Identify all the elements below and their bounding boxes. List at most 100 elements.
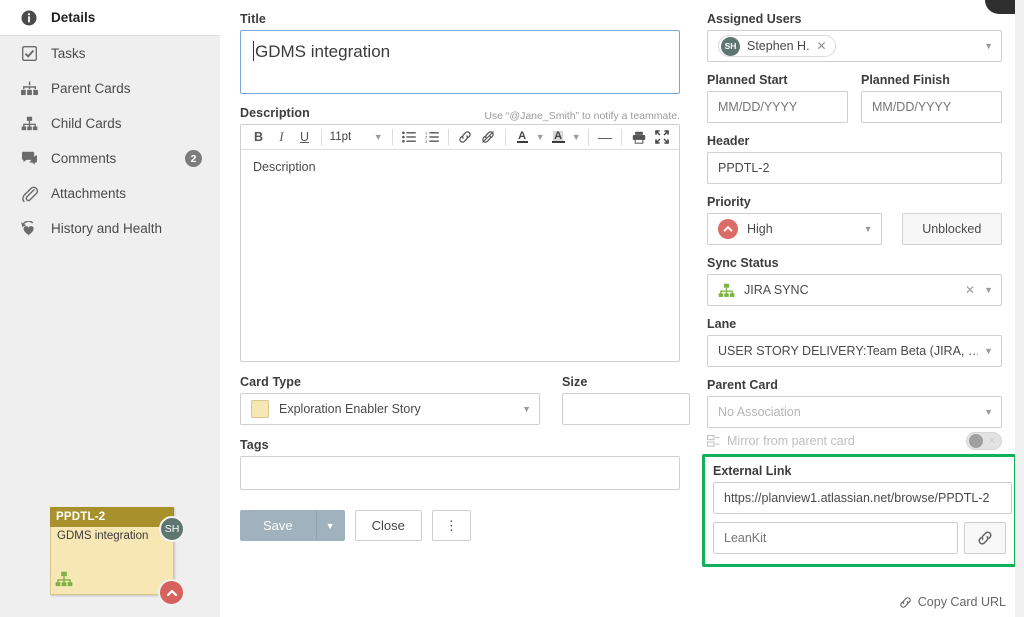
printer-icon[interactable] xyxy=(629,127,648,148)
chevron-down-icon[interactable]: ▼ xyxy=(572,127,581,148)
link-icon[interactable] xyxy=(456,127,475,148)
sync-status-select[interactable]: JIRA SYNC ✕ ▼ xyxy=(707,274,1002,306)
bullet-list-icon[interactable] xyxy=(399,127,418,148)
external-link-name-input[interactable] xyxy=(713,522,958,554)
card-preview-priority-icon xyxy=(158,579,185,606)
assigned-user-chip[interactable]: SH Stephen H. ✕ xyxy=(718,35,836,57)
blocked-toggle-button[interactable]: Unblocked xyxy=(901,213,1002,245)
sidebar-item-history-and-health[interactable]: History and Health xyxy=(0,211,220,246)
description-label: Description xyxy=(240,106,310,120)
sidebar-item-child-cards[interactable]: Child Cards xyxy=(0,106,220,141)
card-type-label: Card Type xyxy=(240,375,302,389)
chevron-down-icon[interactable]: ▼ xyxy=(536,127,545,148)
description-hint: Use “@Jane_Smith” to notify a teammate. xyxy=(484,110,680,122)
history-heart-icon xyxy=(18,220,40,238)
assigned-users-select[interactable]: SH Stephen H. ✕ ▼ xyxy=(707,30,1002,62)
bold-icon[interactable]: B xyxy=(249,127,268,148)
text-color-icon[interactable]: A xyxy=(513,127,532,148)
mirror-icon xyxy=(707,434,720,448)
priority-high-icon xyxy=(718,219,738,239)
sync-status-label: Sync Status xyxy=(707,256,779,270)
horizontal-rule-icon[interactable]: — xyxy=(595,127,614,148)
sidebar-item-comments[interactable]: Comments 2 xyxy=(0,141,220,176)
chevron-down-icon: ▼ xyxy=(984,407,993,417)
comments-count-badge: 2 xyxy=(185,150,202,167)
title-input[interactable]: GDMS integration xyxy=(240,30,680,94)
toggle-off-icon: ✕ xyxy=(987,435,996,447)
text-color-bar xyxy=(516,141,528,143)
description-editor[interactable]: B I U 11pt ▼ 123 A ▼ A ▼ — Description xyxy=(240,124,680,362)
tags-input[interactable] xyxy=(240,456,680,490)
description-body[interactable]: Description xyxy=(241,150,679,361)
text-color-letter: A xyxy=(518,130,527,142)
child-cards-icon xyxy=(18,115,40,133)
sidebar: Details Tasks Parent Cards Child Cards C… xyxy=(0,0,220,617)
clear-sync-status-icon[interactable]: ✕ xyxy=(965,283,975,297)
lane-value: USER STORY DELIVERY:Team Beta (JIRA, … xyxy=(718,344,979,358)
save-button[interactable]: Save xyxy=(240,510,316,541)
link-icon xyxy=(899,596,912,609)
card-type-select[interactable]: Exploration Enabler Story ▼ xyxy=(240,393,540,425)
underline-icon[interactable]: U xyxy=(295,127,314,148)
chevron-down-icon[interactable]: ▼ xyxy=(984,285,993,295)
planned-finish-input[interactable] xyxy=(861,91,1002,123)
planned-start-label: Planned Start xyxy=(707,73,788,87)
close-button[interactable]: Close xyxy=(354,510,422,541)
sidebar-item-attachments[interactable]: Attachments xyxy=(0,176,220,211)
sidebar-item-tasks[interactable]: Tasks xyxy=(0,36,220,71)
sidebar-item-label: Child Cards xyxy=(51,116,122,131)
external-link-section: External Link https://planview1.atlassia… xyxy=(702,454,1017,567)
size-input[interactable] xyxy=(562,393,690,425)
copy-card-url-button[interactable]: Copy Card URL xyxy=(899,595,1006,609)
font-size-select[interactable]: 11pt ▼ xyxy=(327,127,387,148)
save-options-button[interactable]: ▼ xyxy=(315,510,345,541)
external-link-open-button[interactable] xyxy=(963,522,1006,554)
parent-card-select[interactable]: No Association ▼ xyxy=(707,396,1002,428)
fullscreen-icon[interactable] xyxy=(652,127,671,148)
toolbar-divider xyxy=(587,128,589,146)
sidebar-item-label: Comments xyxy=(51,151,117,166)
highlight-color-bar xyxy=(551,141,565,143)
card-preview[interactable]: PPDTL-2 GDMS integration SH xyxy=(50,507,185,606)
priority-select[interactable]: High ▼ xyxy=(707,213,882,245)
sidebar-item-parent-cards[interactable]: Parent Cards xyxy=(0,71,220,106)
checkbox-icon xyxy=(18,45,40,63)
sidebar-item-details[interactable]: Details xyxy=(0,0,220,35)
parent-cards-icon xyxy=(18,80,40,98)
size-label: Size xyxy=(562,375,588,389)
parent-card-value: No Association xyxy=(718,405,801,419)
header-input[interactable]: PPDTL-2 xyxy=(707,152,1002,184)
lane-label: Lane xyxy=(707,317,737,331)
parent-card-label: Parent Card xyxy=(707,378,778,392)
tags-label: Tags xyxy=(240,438,269,452)
assigned-users-label: Assigned Users xyxy=(707,12,802,26)
title-label: Title xyxy=(240,12,266,26)
planned-start-input[interactable] xyxy=(707,91,848,123)
title-input-value: GDMS integration xyxy=(255,42,391,61)
card-preview-header: PPDTL-2 xyxy=(50,507,174,527)
editor-toolbar: B I U 11pt ▼ 123 A ▼ A ▼ — xyxy=(241,125,679,150)
chevron-down-icon: ▼ xyxy=(984,346,993,356)
mirror-toggle[interactable]: ✕ xyxy=(966,432,1002,450)
card-details-modal: Details Tasks Parent Cards Child Cards C… xyxy=(0,0,1024,617)
numbered-list-icon[interactable]: 123 xyxy=(422,127,441,148)
card-preview-title: GDMS integration xyxy=(57,530,149,542)
toolbar-divider xyxy=(391,128,393,146)
priority-value: High xyxy=(747,222,773,236)
chevron-down-icon[interactable]: ▼ xyxy=(984,41,993,51)
sidebar-item-label: Parent Cards xyxy=(51,81,131,96)
more-options-button[interactable]: ⋮ xyxy=(431,510,471,541)
main-form-column: Title GDMS integration Description Use “… xyxy=(240,0,690,541)
italic-icon[interactable]: I xyxy=(272,127,291,148)
card-preview-avatar: SH xyxy=(159,516,185,542)
comment-icon xyxy=(18,150,40,168)
remove-user-icon[interactable]: ✕ xyxy=(817,39,827,53)
toolbar-divider xyxy=(504,128,506,146)
card-type-color-swatch xyxy=(251,400,269,418)
vertical-scrollbar[interactable] xyxy=(1015,0,1024,617)
priority-label: Priority xyxy=(707,195,751,209)
external-link-url-input[interactable]: https://planview1.atlassian.net/browse/P… xyxy=(713,482,1012,514)
lane-select[interactable]: USER STORY DELIVERY:Team Beta (JIRA, … ▼ xyxy=(707,335,1002,367)
highlight-color-icon[interactable]: A xyxy=(549,127,568,148)
unlink-icon[interactable] xyxy=(479,127,498,148)
